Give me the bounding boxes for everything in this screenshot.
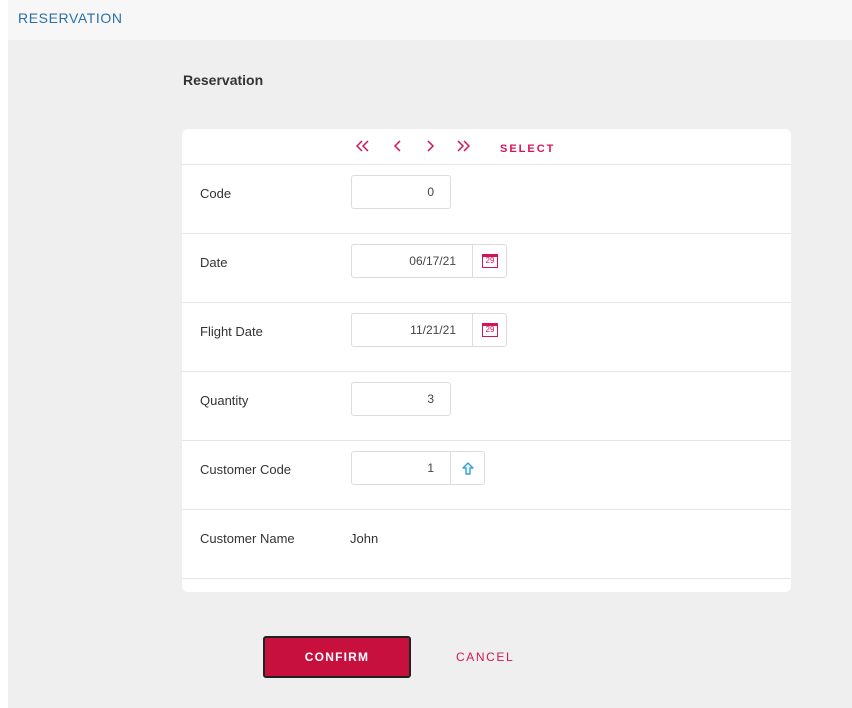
confirm-button[interactable]: CONFIRM bbox=[263, 636, 411, 678]
next-record-button[interactable] bbox=[419, 138, 441, 156]
double-chevron-left-icon bbox=[356, 140, 369, 152]
double-chevron-right-icon bbox=[457, 140, 470, 152]
date-input[interactable]: 06/17/21 bbox=[351, 244, 473, 278]
select-button[interactable]: SELECT bbox=[500, 143, 555, 155]
customer-code-input[interactable]: 1 bbox=[351, 451, 451, 485]
code-row: Code 0 bbox=[182, 165, 791, 234]
code-input[interactable]: 0 bbox=[351, 175, 451, 209]
calendar-icon: 29 bbox=[482, 323, 498, 337]
arrow-up-icon bbox=[462, 462, 474, 475]
date-row: Date 06/17/21 29 bbox=[182, 234, 791, 303]
chevron-right-icon bbox=[427, 140, 435, 152]
last-record-button[interactable] bbox=[452, 138, 474, 156]
quantity-row: Quantity 3 bbox=[182, 372, 791, 441]
chevron-left-icon bbox=[393, 140, 401, 152]
customer-code-row: Customer Code 1 bbox=[182, 441, 791, 510]
record-navigation: SELECT bbox=[182, 129, 791, 165]
quantity-label: Quantity bbox=[200, 393, 249, 408]
date-label: Date bbox=[200, 255, 228, 270]
first-record-button[interactable] bbox=[352, 138, 374, 156]
flight-date-input[interactable]: 11/21/21 bbox=[351, 313, 473, 347]
calendar-icon: 29 bbox=[482, 254, 498, 268]
customer-name-value: John bbox=[350, 531, 379, 546]
flight-date-row: Flight Date 11/21/21 29 bbox=[182, 303, 791, 372]
customer-lookup-button[interactable] bbox=[450, 451, 485, 485]
code-label: Code bbox=[200, 186, 232, 201]
date-picker-button[interactable]: 29 bbox=[472, 244, 507, 278]
page-title: Reservation bbox=[183, 72, 264, 88]
flight-date-picker-button[interactable]: 29 bbox=[472, 313, 507, 347]
quantity-input[interactable]: 3 bbox=[351, 382, 451, 416]
app-title: RESERVATION bbox=[18, 10, 123, 26]
content-area: Reservation SELECT Code 0 Date 06/17/21 … bbox=[8, 40, 852, 708]
form-card: SELECT Code 0 Date 06/17/21 29 Flight Da… bbox=[182, 129, 791, 592]
previous-record-button[interactable] bbox=[387, 138, 409, 156]
top-bar: RESERVATION bbox=[8, 0, 852, 40]
customer-name-row: Customer Name John bbox=[182, 510, 791, 579]
cancel-button[interactable]: CANCEL bbox=[456, 650, 514, 664]
customer-code-label: Customer Code bbox=[200, 462, 292, 477]
flight-date-label: Flight Date bbox=[200, 324, 263, 339]
customer-name-label: Customer Name bbox=[200, 531, 295, 546]
